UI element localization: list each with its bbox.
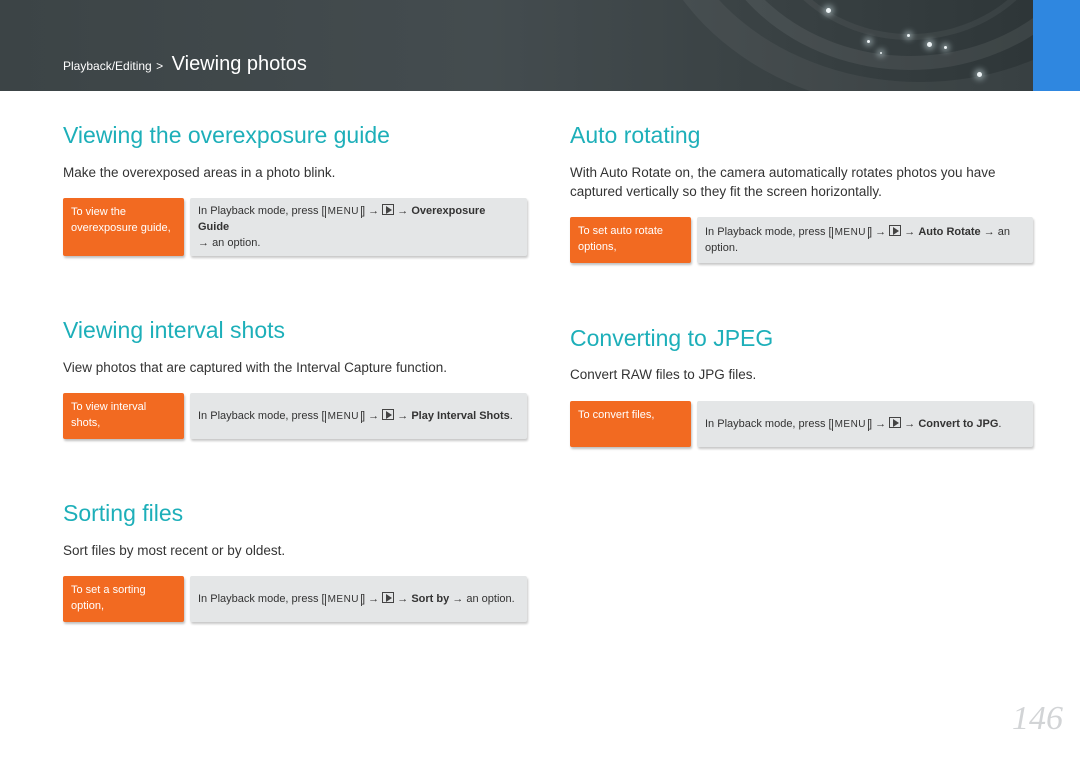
section-desc-sorting: Sort files by most recent or by oldest. <box>63 543 286 558</box>
step-box-autorotate: In Playback mode, press [MENU] → → Auto … <box>697 217 1033 263</box>
sparkle-decoration <box>927 42 932 47</box>
sparkle-decoration <box>826 8 831 13</box>
arrow-icon: → <box>875 226 887 238</box>
arrow-icon: → <box>875 418 887 430</box>
playback-icon <box>382 204 395 215</box>
playback-icon <box>889 225 902 236</box>
section-title-autorotate: Auto rotating <box>570 122 701 148</box>
section-desc-overexposure: Make the overexposed areas in a photo bl… <box>63 165 336 180</box>
section-desc-autorotate: With Auto Rotate on, the camera automati… <box>570 165 996 199</box>
sparkle-decoration <box>867 40 870 43</box>
step-suffix: . <box>509 410 513 422</box>
step-box-sorting: In Playback mode, press [MENU] → → Sort … <box>190 576 527 622</box>
arrow-icon: → <box>198 237 209 249</box>
menu-key-icon: MENU <box>324 206 363 218</box>
sparkle-decoration <box>880 52 882 54</box>
step-prefix: In Playback mode, press <box>198 593 319 605</box>
page-number: 146 <box>1012 700 1063 737</box>
menu-option: Convert to JPG <box>918 418 999 430</box>
arrow-icon: → <box>397 410 409 422</box>
breadcrumb-parent[interactable]: Playback/Editing <box>63 59 152 73</box>
playback-icon <box>382 409 395 420</box>
section-title-sorting: Sorting files <box>63 500 184 526</box>
step-prefix: In Playback mode, press <box>705 418 826 430</box>
section-title-overexposure: Viewing the overexposure guide <box>63 122 390 148</box>
step-box-interval: In Playback mode, press [MENU] → → Play … <box>190 393 527 439</box>
arrow-icon: → <box>368 205 380 217</box>
step-label-autorotate: To set auto rotate options, <box>570 217 691 263</box>
arrow-icon: → <box>904 418 916 430</box>
arrow-icon: → <box>368 593 380 605</box>
step-prefix: In Playback mode, press <box>198 410 319 422</box>
step-label-sorting: To set a sorting option, <box>63 576 184 622</box>
menu-option: Play Interval Shots <box>411 410 510 422</box>
arrow-icon: → <box>397 593 409 605</box>
breadcrumb: Playback/Editing > Viewing photos <box>63 53 307 76</box>
menu-option: Sort by <box>411 593 450 605</box>
chapter-tab[interactable] <box>1033 0 1080 91</box>
menu-key-icon: MENU <box>324 411 363 423</box>
arrow-icon: → <box>904 226 916 238</box>
section-desc-jpeg: Convert RAW files to JPG files. <box>570 367 757 382</box>
sparkle-decoration <box>944 46 947 49</box>
step-suffix: . <box>998 418 1002 430</box>
arrow-icon: → <box>397 205 409 217</box>
arrow-icon: → <box>983 226 995 238</box>
arrow-icon: → <box>452 593 464 605</box>
section-desc-interval: View photos that are captured with the I… <box>63 360 447 375</box>
page-header: Playback/Editing > Viewing photos <box>0 0 1080 91</box>
section-title-jpeg: Converting to JPEG <box>570 325 774 351</box>
step-label-jpeg: To convert files, <box>570 401 691 447</box>
playback-icon <box>889 417 902 428</box>
section-title-interval: Viewing interval shots <box>63 317 286 343</box>
page-title: Viewing photos <box>171 53 307 75</box>
step-suffix: an option. <box>466 593 515 605</box>
step-label-interval: To view interval shots, <box>63 393 184 439</box>
step-label-overexposure: To view the overexposure guide, <box>63 198 184 256</box>
step-suffix: an option. <box>212 237 261 249</box>
menu-key-icon: MENU <box>324 594 363 606</box>
breadcrumb-separator: > <box>156 59 164 73</box>
step-box-jpeg: In Playback mode, press [MENU] → → Conve… <box>697 401 1033 447</box>
step-box-overexposure: In Playback mode, press [MENU] → → Overe… <box>190 198 527 256</box>
menu-key-icon: MENU <box>831 227 870 239</box>
step-prefix: In Playback mode, press <box>705 226 826 238</box>
menu-option: Auto Rotate <box>918 226 981 238</box>
step-prefix: In Playback mode, press <box>198 205 319 217</box>
playback-icon <box>382 592 395 603</box>
sparkle-decoration <box>907 34 910 37</box>
sparkle-decoration <box>977 72 982 77</box>
arrow-icon: → <box>368 410 380 422</box>
menu-key-icon: MENU <box>831 419 870 431</box>
